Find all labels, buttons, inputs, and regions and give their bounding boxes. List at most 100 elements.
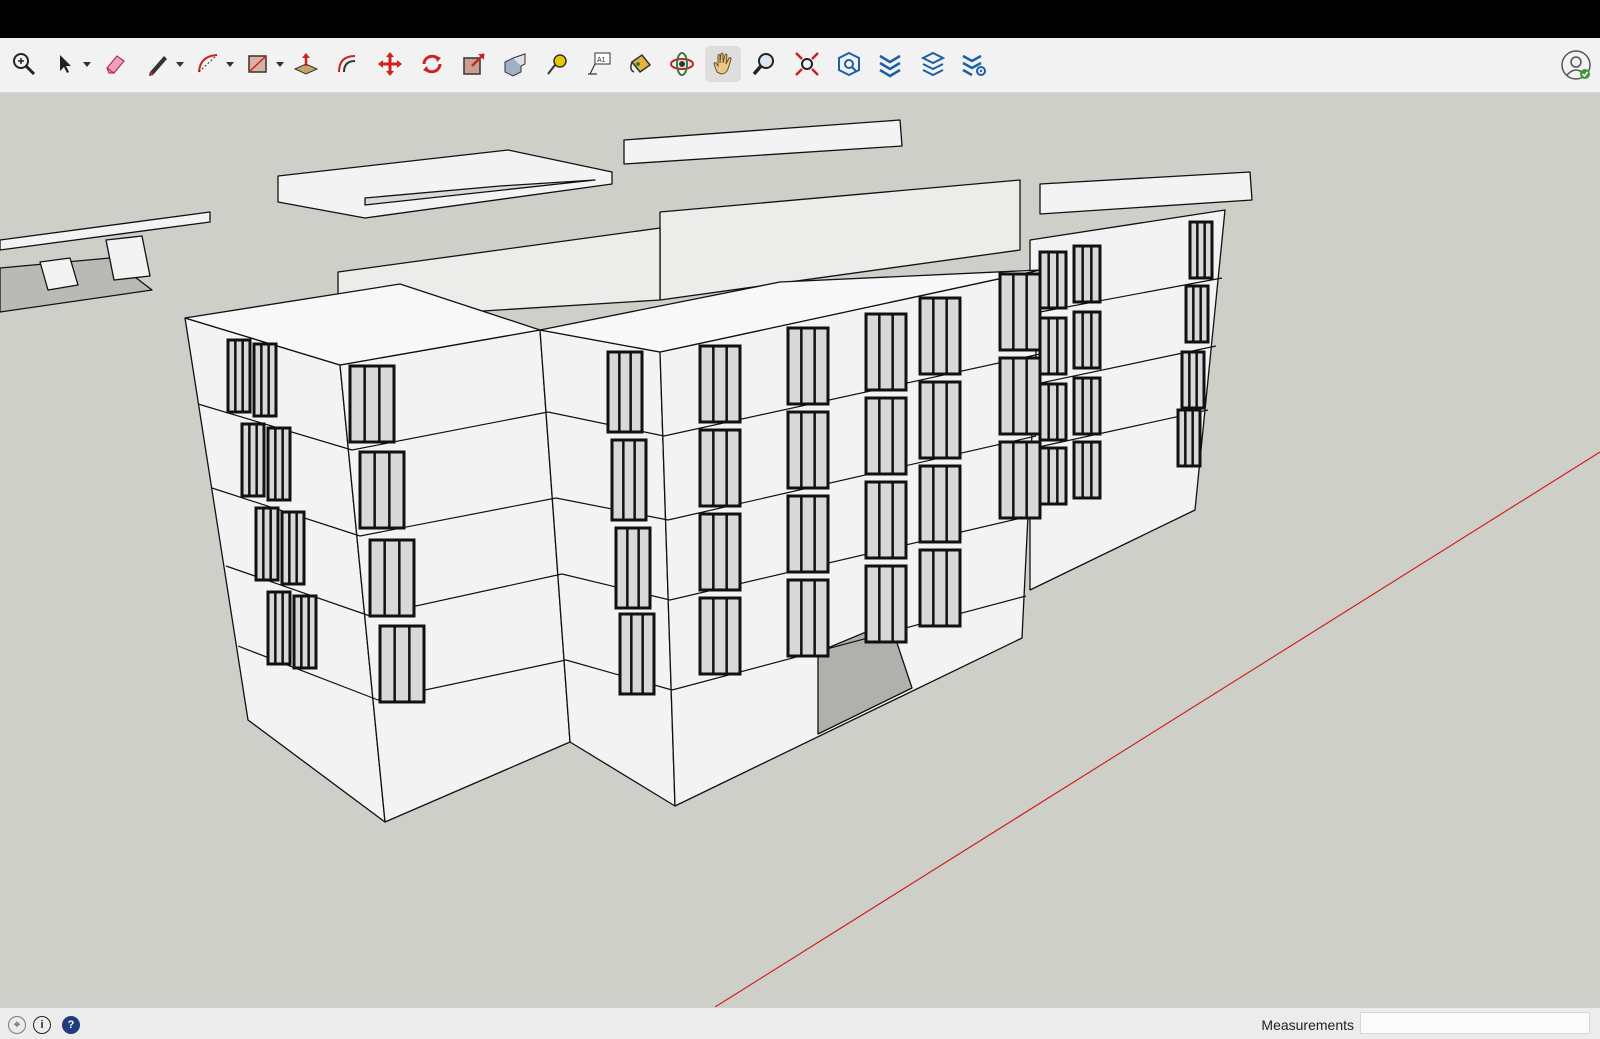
line-dropdown-caret[interactable] [176, 62, 184, 67]
main-toolbar: A1 [0, 38, 1600, 93]
select-tool-button[interactable] [48, 46, 84, 82]
extension-icon [879, 54, 901, 78]
window [864, 312, 908, 392]
window [1072, 440, 1102, 500]
arc-tool-button[interactable] [190, 46, 226, 82]
move-arrows-icon [378, 52, 402, 76]
window [786, 494, 830, 574]
account-icon [1561, 50, 1591, 80]
help-icon[interactable]: ? [62, 1016, 80, 1034]
tape-measure-icon [547, 54, 567, 75]
credits-icon[interactable]: i [33, 1016, 51, 1034]
sketchup-window: A1 ⌖ i ? Measurements [0, 0, 1600, 1039]
window [698, 344, 742, 424]
paint-bucket-icon [630, 53, 652, 74]
measurements-label: Measurements [1261, 1017, 1354, 1033]
select-dropdown-caret[interactable] [83, 62, 91, 67]
window [266, 426, 292, 502]
model-canvas[interactable] [0, 93, 1600, 1007]
text-tool-button[interactable]: A1 [581, 46, 617, 82]
zoom-extents-icon [795, 52, 819, 76]
pan-tool-button[interactable] [705, 46, 741, 82]
window [1184, 284, 1210, 344]
window [1038, 316, 1068, 376]
tape-measure-tool-button[interactable] [539, 46, 575, 82]
eraser-tool-button[interactable] [97, 46, 133, 82]
window [378, 624, 426, 704]
window [1072, 310, 1102, 370]
window [918, 296, 962, 376]
magnifier-plus-icon [13, 53, 36, 76]
window [786, 578, 830, 658]
modeling-viewport[interactable] [0, 93, 1600, 1007]
floating-slab-2 [623, 119, 903, 165]
zoom-window-tool-button[interactable] [6, 46, 42, 82]
window [864, 396, 908, 476]
extension-warehouse-tool-button[interactable] [872, 46, 908, 82]
layout-tool-button[interactable] [915, 46, 951, 82]
window [1072, 376, 1102, 436]
window [998, 272, 1042, 352]
window [698, 596, 742, 676]
window [698, 428, 742, 508]
follow-me-icon [504, 53, 526, 77]
window [1176, 408, 1202, 468]
window [1188, 220, 1214, 280]
move-tool-button[interactable] [372, 46, 408, 82]
window [1038, 446, 1068, 506]
text-icon: A1 [588, 52, 611, 75]
rectangle-dropdown-caret[interactable] [276, 62, 284, 67]
offset-icon [338, 55, 356, 73]
orbit-tool-button[interactable] [664, 46, 700, 82]
window [606, 350, 644, 434]
window [348, 364, 396, 444]
rear-roof-slab [1039, 171, 1253, 215]
follow-me-tool-button[interactable] [497, 46, 533, 82]
svg-text:A1: A1 [597, 57, 606, 64]
arc-dropdown-caret[interactable] [226, 62, 234, 67]
window [240, 422, 266, 498]
extension-manager-icon [962, 54, 986, 77]
push-pull-tool-button[interactable] [288, 46, 324, 82]
window [998, 440, 1042, 520]
zoom-extents-tool-button[interactable] [789, 46, 825, 82]
rectangle-icon [248, 55, 267, 73]
slab-left [0, 211, 211, 251]
window [610, 438, 648, 522]
rectangle-tool-button[interactable] [240, 46, 276, 82]
status-bar: ⌖ i ? Measurements [0, 1007, 1600, 1039]
window [254, 506, 280, 582]
hand-icon [713, 52, 732, 75]
window [618, 612, 656, 696]
account-button[interactable] [1560, 49, 1592, 81]
magnifier-icon [752, 53, 774, 76]
window [252, 342, 278, 418]
rotate-icon [422, 54, 442, 74]
paint-bucket-tool-button[interactable] [622, 46, 658, 82]
measurements-input[interactable] [1360, 1012, 1590, 1034]
extension-manager-tool-button[interactable] [956, 46, 992, 82]
scale-tool-button[interactable] [456, 46, 492, 82]
window [864, 564, 908, 644]
zoom-tool-button[interactable] [747, 46, 783, 82]
window [1180, 350, 1206, 410]
scale-icon [463, 53, 485, 75]
box-medium [105, 235, 151, 281]
pencil-icon [149, 56, 167, 76]
window [1038, 382, 1068, 442]
window [358, 450, 406, 530]
window [998, 356, 1042, 436]
window [226, 338, 252, 414]
push-pull-icon [293, 53, 319, 75]
geo-location-icon[interactable]: ⌖ [8, 1016, 26, 1034]
window [918, 380, 962, 460]
window [786, 326, 830, 406]
window [368, 538, 416, 618]
rotate-tool-button[interactable] [414, 46, 450, 82]
title-bar [0, 0, 1600, 38]
window [918, 548, 962, 628]
line-tool-button[interactable] [140, 46, 176, 82]
warehouse-tool-button[interactable] [831, 46, 867, 82]
window [292, 594, 318, 670]
offset-tool-button[interactable] [330, 46, 366, 82]
